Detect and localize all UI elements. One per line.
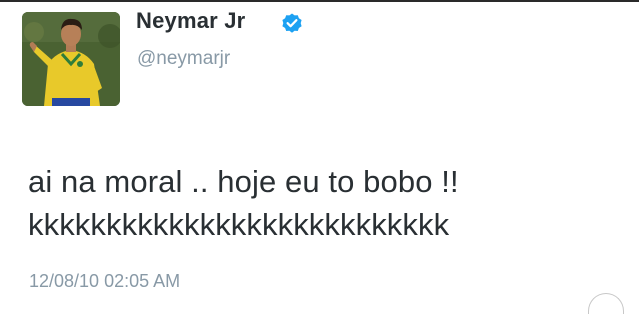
verified-badge-icon [282,13,302,33]
tweet-text-line: kkkkkkkkkkkkkkkkkkkkkkkkkkk [28,207,450,242]
tweet-card: Neymar Jr @neymarjr ai na moral .. hoje … [0,0,639,314]
avatar-photo-icon [22,12,120,106]
tweet-text: ai na moral .. hoje eu to bobo !! kkkkkk… [28,160,459,246]
tweet-timestamp[interactable]: 12/08/10 02:05 AM [29,271,180,292]
tweet-text-line: ai na moral .. hoje eu to bobo !! [28,164,459,199]
avatar[interactable] [22,12,120,106]
user-handle[interactable]: @neymarjr [137,48,230,70]
top-divider [0,0,639,2]
watermark-icon [588,293,624,314]
user-name[interactable]: Neymar Jr [136,8,245,34]
